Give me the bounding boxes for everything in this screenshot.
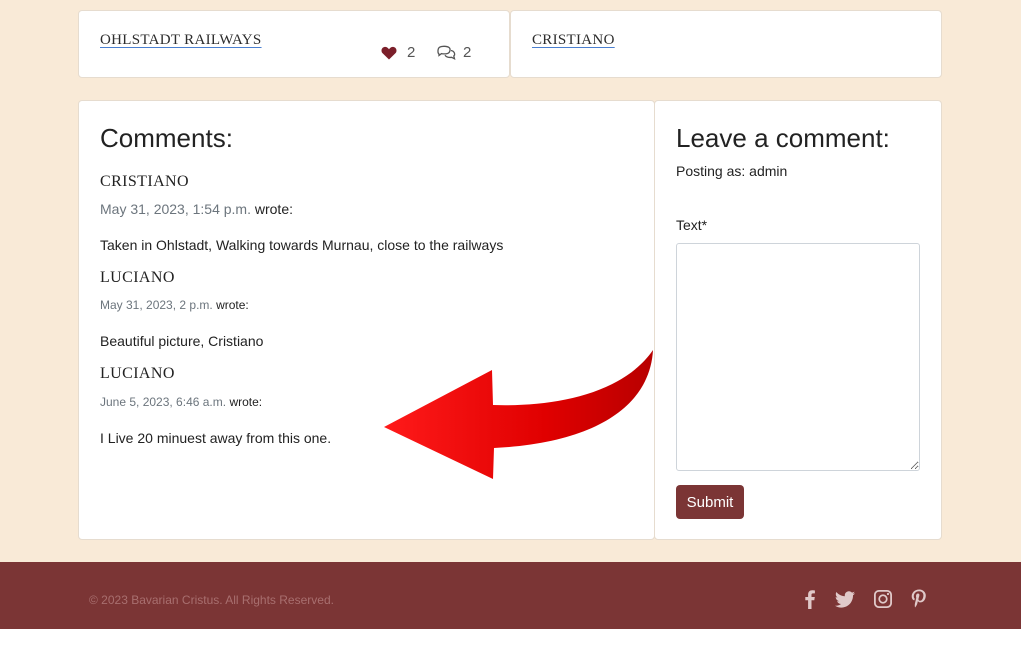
author-card: CRISTIANO	[510, 10, 942, 78]
form-heading: Leave a comment:	[676, 123, 890, 153]
comment-date: June 5, 2023, 6:46 a.m. wrote:	[100, 395, 262, 409]
comment-wrote: wrote:	[216, 298, 249, 312]
twitter-icon[interactable]	[834, 588, 856, 610]
likes-counter[interactable]: 2	[381, 44, 415, 61]
comments-heading: Comments:	[100, 123, 233, 153]
comment-author: LUCIANO	[100, 365, 175, 382]
comment-date: May 31, 2023, 1:54 p.m. wrote:	[100, 201, 293, 217]
comment-body: Taken in Ohlstadt, Walking towards Murna…	[100, 237, 504, 253]
comment-body: Beautiful picture, Cristiano	[100, 333, 264, 349]
comments-icon	[437, 45, 457, 61]
submit-button[interactable]: Submit	[676, 485, 744, 519]
comment-date: May 31, 2023, 2 p.m. wrote:	[100, 298, 249, 312]
heart-icon[interactable]	[381, 46, 397, 60]
facebook-icon[interactable]	[799, 588, 821, 610]
annotation-arrow-icon	[384, 350, 653, 479]
instagram-icon[interactable]	[872, 588, 894, 610]
comment-author: CRISTIANO	[100, 173, 189, 190]
comment-text-input[interactable]	[676, 243, 920, 471]
post-title-card: OHLSTADT RAILWAYS 2 2	[78, 10, 510, 78]
comment-wrote: wrote:	[229, 395, 263, 409]
comment-date-value: May 31, 2023, 1:54 p.m.	[100, 201, 251, 217]
comment-date-value: May 31, 2023, 2 p.m.	[100, 298, 213, 312]
comment-author: LUCIANO	[100, 269, 175, 286]
comment-form-card: Leave a comment: Posting as: admin Text*…	[654, 100, 942, 540]
comment-wrote: wrote:	[254, 201, 293, 217]
copyright-text: © 2023 Bavarian Cristus. All Rights Rese…	[89, 593, 334, 607]
comment-date-value: June 5, 2023, 6:46 a.m.	[100, 395, 227, 409]
post-title-link[interactable]: OHLSTADT RAILWAYS	[100, 32, 262, 49]
comment-counter: 2	[437, 44, 471, 61]
comment-count: 2	[463, 44, 472, 61]
likes-count: 2	[407, 44, 416, 61]
comment-body: I Live 20 minuest away from this one.	[100, 430, 332, 446]
author-link[interactable]: CRISTIANO	[532, 32, 615, 49]
text-field-label: Text*	[676, 217, 708, 233]
posting-as-text: Posting as: admin	[676, 163, 788, 179]
pinterest-icon[interactable]	[908, 588, 930, 610]
site-footer: © 2023 Bavarian Cristus. All Rights Rese…	[0, 562, 1021, 629]
